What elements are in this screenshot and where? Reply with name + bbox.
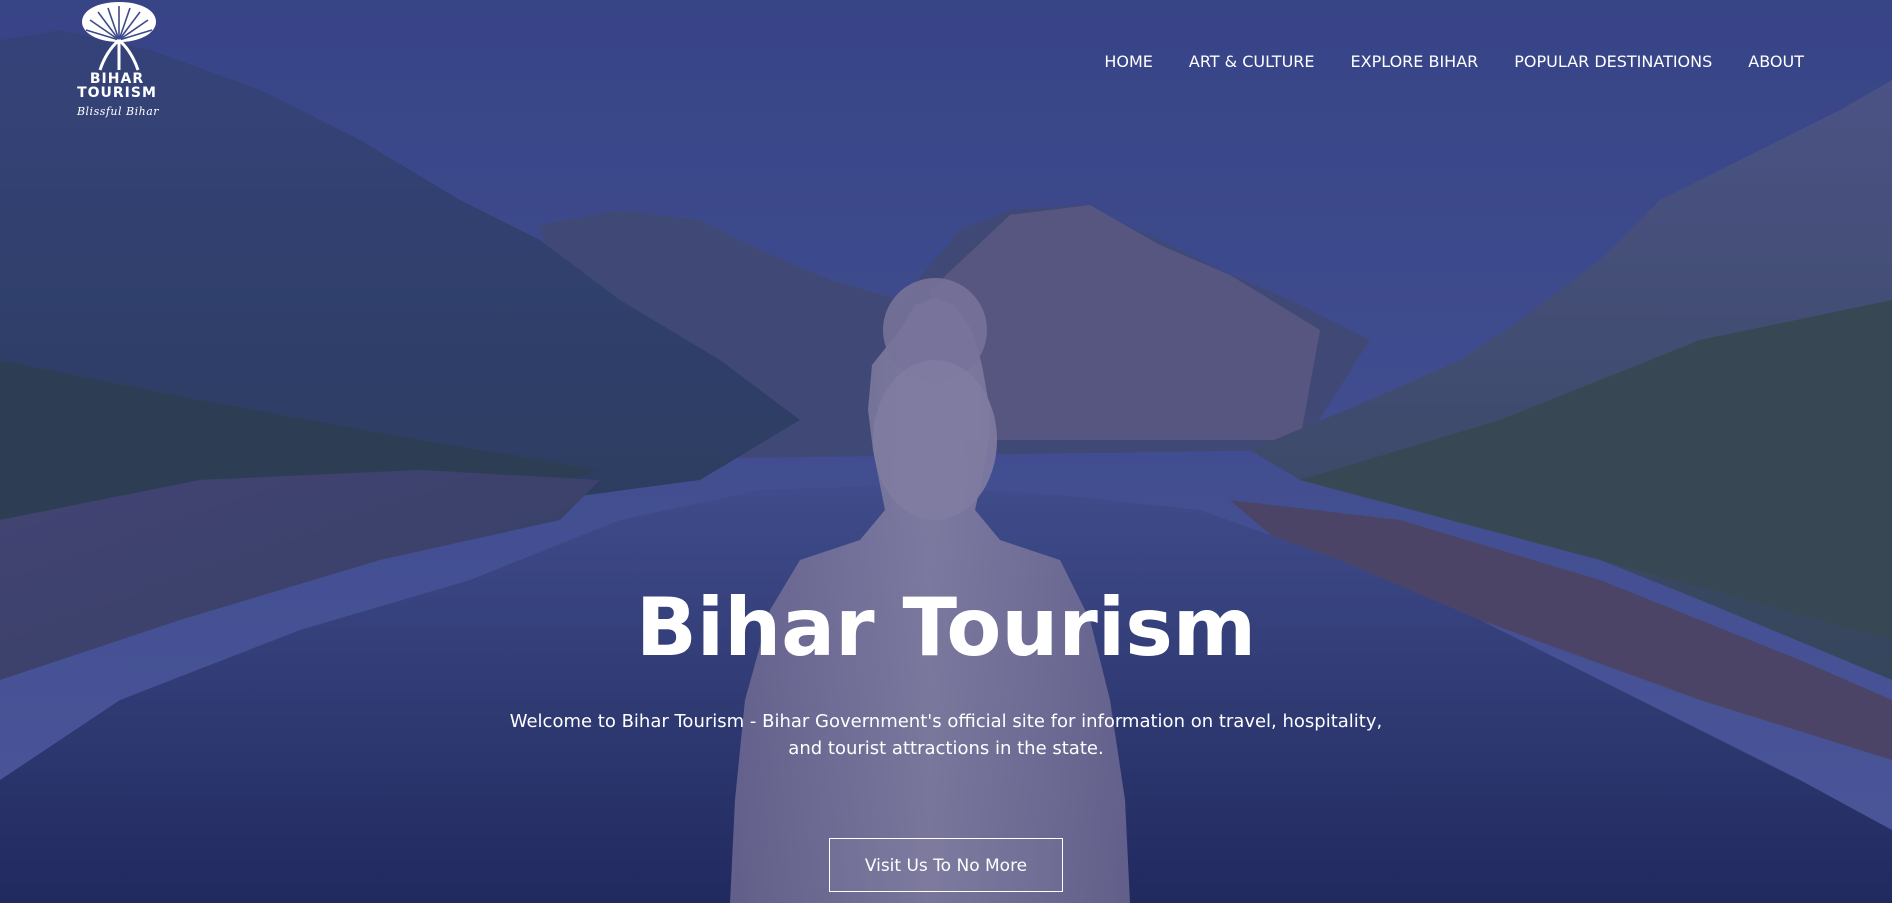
nav-item-popular-destinations[interactable]: POPULAR DESTINATIONS	[1514, 52, 1712, 71]
nav-item-home[interactable]: HOME	[1104, 52, 1153, 71]
main-nav: HOME ART & CULTURE EXPLORE BIHAR POPULAR…	[1068, 52, 1804, 71]
nav-item-art-culture[interactable]: ART & CULTURE	[1189, 52, 1315, 71]
nav-item-about[interactable]: ABOUT	[1748, 52, 1804, 71]
visit-us-button[interactable]: Visit Us To No More	[829, 838, 1063, 892]
logo-tagline: Blissful Bihar	[76, 105, 160, 118]
bodhi-tree-icon	[82, 2, 156, 71]
site-logo[interactable]: BIHAR TOURISM Blissful Bihar	[70, 0, 170, 125]
hero-section: BIHAR TOURISM Blissful Bihar HOME ART & …	[0, 0, 1892, 903]
hero-content: Bihar Tourism Welcome to Bihar Tourism -…	[0, 580, 1892, 892]
hero-title: Bihar Tourism	[635, 581, 1257, 674]
site-header: BIHAR TOURISM Blissful Bihar HOME ART & …	[0, 0, 1892, 130]
nav-item-explore-bihar[interactable]: EXPLORE BIHAR	[1351, 52, 1479, 71]
hero-description: Welcome to Bihar Tourism - Bihar Governm…	[509, 711, 1383, 759]
logo-name-line2: TOURISM	[77, 85, 157, 101]
